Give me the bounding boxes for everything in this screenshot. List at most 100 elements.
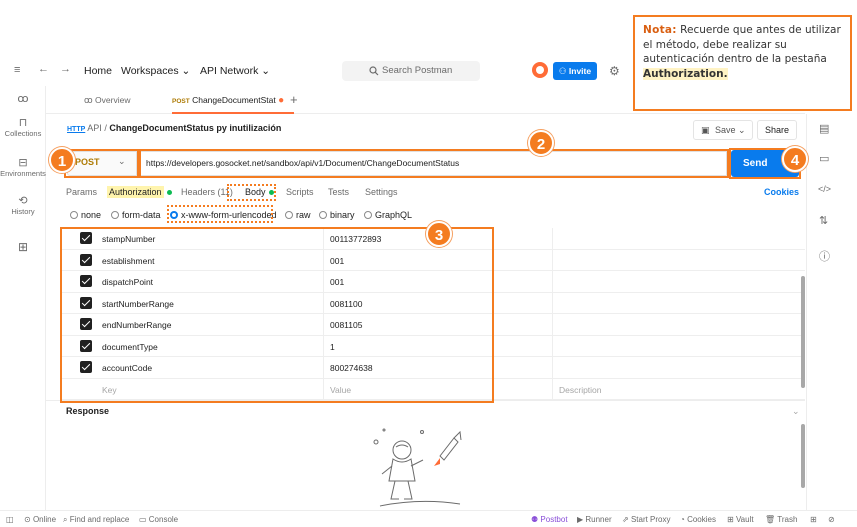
tab-overview[interactable]: ꝏ Overview xyxy=(84,86,130,114)
note-emphasis: Authorization. xyxy=(643,67,728,80)
radio-circle-icon xyxy=(111,211,119,219)
forward-arrow-icon[interactable]: → xyxy=(60,63,71,75)
radio-label: raw xyxy=(296,210,311,220)
response-scrollbar[interactable] xyxy=(801,424,805,488)
comments-icon[interactable]: ▭ xyxy=(819,152,829,165)
postbot-button[interactable]: ⚉ Postbot xyxy=(531,515,568,524)
trash-button[interactable]: 🗑 Trash xyxy=(765,515,797,524)
response-title: Response xyxy=(66,406,110,416)
related-collections-icon[interactable]: ⇅ xyxy=(819,214,828,227)
back-arrow-icon[interactable]: ← xyxy=(38,63,49,75)
tab-tests[interactable]: Tests xyxy=(328,187,349,197)
radio-raw[interactable]: raw xyxy=(285,210,311,220)
history-icon: ⟲ xyxy=(18,195,28,207)
user-add-icon: ⚇ xyxy=(558,66,569,76)
menu-icon[interactable]: ≡ xyxy=(14,64,20,76)
share-button[interactable]: Share xyxy=(757,120,797,140)
code-icon[interactable]: </> xyxy=(818,184,831,194)
tab-overview-label: Overview xyxy=(95,95,131,105)
console-label: Console xyxy=(148,515,179,524)
breadcrumb-root[interactable]: API xyxy=(87,123,102,133)
tab-request[interactable]: POST ChangeDocumentStat ● xyxy=(172,86,294,114)
tab-method-label: POST xyxy=(172,98,190,105)
invite-label: Invite xyxy=(568,66,592,76)
postbot-label: Postbot xyxy=(540,515,568,524)
radio-graphql[interactable]: GraphQL xyxy=(364,210,412,220)
cookies-link[interactable]: Cookies xyxy=(764,187,799,197)
workspaces-label: Workspaces xyxy=(121,65,179,77)
radio-none[interactable]: none xyxy=(70,210,101,220)
settings-gear-icon[interactable]: ⚙ xyxy=(609,64,620,78)
astronaut-illustration xyxy=(373,428,462,507)
online-status[interactable]: ⊙ Online xyxy=(24,515,56,524)
grid-icon[interactable]: ⊞ xyxy=(810,515,817,524)
add-tab-icon[interactable]: + xyxy=(290,92,298,107)
tab-request-label: ChangeDocumentStat xyxy=(192,95,276,105)
tab-authorization-label: Authorization xyxy=(107,186,164,198)
step-badge-2: 2 xyxy=(528,130,554,156)
method-highlight xyxy=(64,149,139,178)
sidebar-item-add-apps[interactable]: ⊞ xyxy=(0,240,46,254)
http-icon: HTTP xyxy=(67,126,86,133)
runner-button[interactable]: ▶ Runner xyxy=(577,515,612,524)
radio-label: binary xyxy=(330,210,355,220)
find-replace-label: Find and replace xyxy=(69,515,130,524)
sidebar-item-label: History xyxy=(11,207,35,216)
start-proxy-button[interactable]: ⇗ Start Proxy xyxy=(622,515,671,524)
radio-label: none xyxy=(81,210,102,220)
radio-circle-icon xyxy=(70,211,78,219)
radio-circle-icon xyxy=(319,211,327,219)
tab-scripts[interactable]: Scripts xyxy=(286,187,314,197)
sidebar-item-collections[interactable]: ⊓ Collections xyxy=(0,116,46,138)
save-icon: ▣ xyxy=(701,125,710,135)
radio-binary[interactable]: binary xyxy=(319,210,355,220)
tab-authorization[interactable]: Authorization xyxy=(107,186,172,198)
url-highlight xyxy=(139,149,729,178)
step-badge-1: 1 xyxy=(49,147,75,173)
info-icon[interactable]: ⓘ xyxy=(819,248,830,264)
status-dot xyxy=(166,190,172,196)
api-network-menu[interactable]: API Network ⌄ xyxy=(200,65,270,77)
save-label: Save xyxy=(715,125,736,135)
vault-button[interactable]: ⊞ Vault xyxy=(727,515,754,524)
api-network-label: API Network xyxy=(200,65,259,77)
sidebar-item-environments[interactable]: ⊟ Environments xyxy=(0,156,49,178)
chevron-down-icon[interactable]: ⌄ xyxy=(792,406,800,417)
breadcrumb-current: ChangeDocumentStatus py inutilización xyxy=(109,123,282,133)
vault-label: Vault xyxy=(735,515,754,524)
chevron-down-icon: ⌄ xyxy=(738,125,746,135)
documentation-icon[interactable]: ▤ xyxy=(819,122,829,135)
runner-label: Runner xyxy=(585,515,612,524)
home-link[interactable]: Home xyxy=(84,65,112,77)
radio-form-data[interactable]: form-data xyxy=(111,210,161,220)
overview-icon: ꝏ xyxy=(84,95,96,105)
find-replace-button[interactable]: ⌕ Find and replace xyxy=(63,515,129,525)
body-tab-highlight xyxy=(227,184,276,201)
invite-button[interactable]: ⚇ Invite xyxy=(553,62,597,80)
sidebar-item-team[interactable]: ꝏ xyxy=(0,92,46,105)
description-placeholder[interactable]: Description xyxy=(559,385,602,395)
layout-toggle-icon[interactable]: ◫ xyxy=(6,515,14,524)
sidebar-item-history[interactable]: ⟲ History xyxy=(0,194,46,216)
radio-label: GraphQL xyxy=(375,210,413,220)
search-input[interactable]: Search Postman xyxy=(342,61,480,81)
params-highlight xyxy=(60,227,494,403)
save-button[interactable]: ▣ Save ⌄ xyxy=(693,120,753,140)
tab-headers[interactable]: Headers (11) xyxy=(181,187,233,197)
unsaved-dot-icon: ● xyxy=(278,95,285,106)
help-icon[interactable]: ⊘ xyxy=(828,515,835,524)
params-scrollbar[interactable] xyxy=(801,276,805,388)
cookies-button[interactable]: ◔ Cookies xyxy=(680,515,716,524)
radio-circle-icon xyxy=(285,211,293,219)
tab-params[interactable]: Params xyxy=(66,187,97,197)
urlencoded-highlight xyxy=(167,205,273,223)
breadcrumb: HTTP API / ChangeDocumentStatus py inuti… xyxy=(67,123,281,133)
breadcrumb-separator: / xyxy=(104,123,107,133)
workspaces-menu[interactable]: Workspaces ⌄ xyxy=(121,65,190,77)
console-button[interactable]: ▭ Console xyxy=(139,515,178,524)
team-icon: ꝏ xyxy=(17,93,29,105)
radio-label: form-data xyxy=(122,210,161,220)
postman-logo-icon[interactable] xyxy=(532,62,548,78)
tab-settings[interactable]: Settings xyxy=(365,187,398,197)
left-sidebar: ꝏ ⊓ Collections ⊟ Environments ⟲ History… xyxy=(0,86,46,510)
